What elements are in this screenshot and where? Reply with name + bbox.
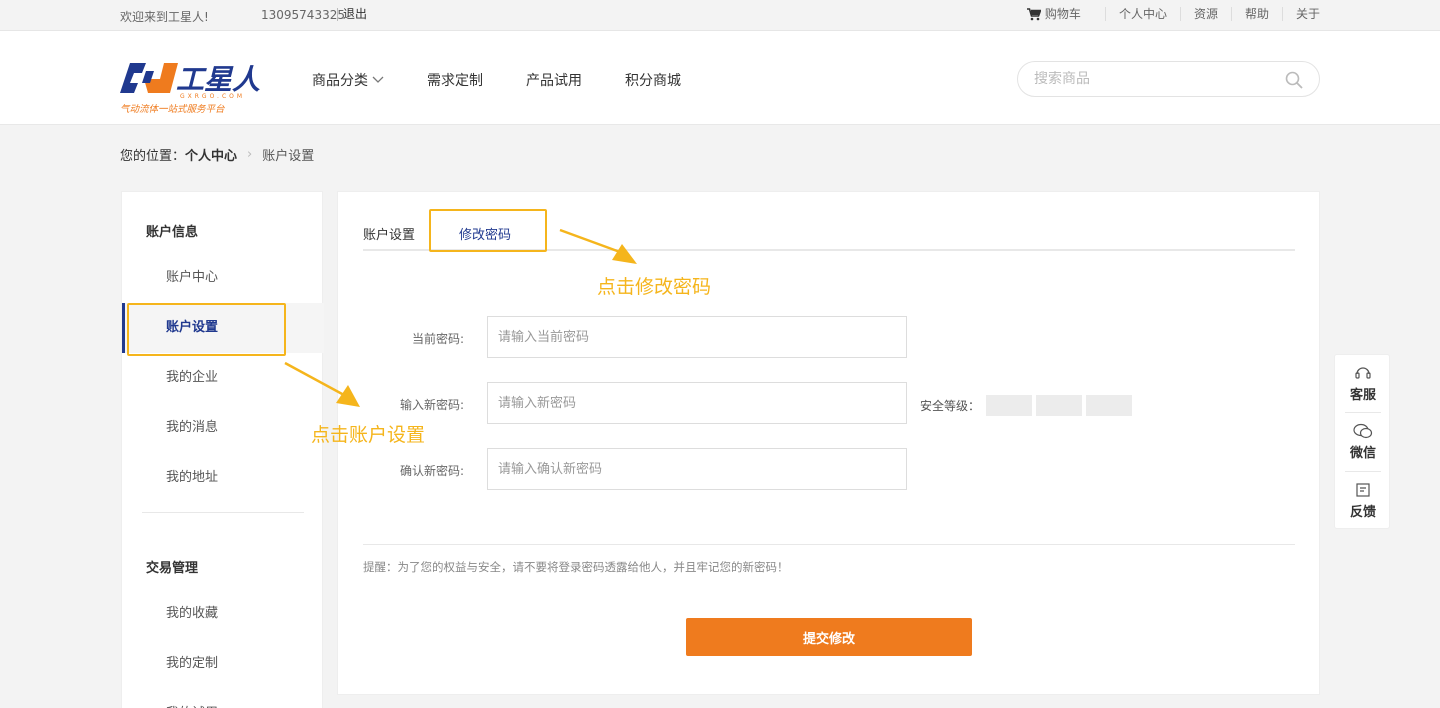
nav-categories-label: 商品分类 [312, 73, 368, 89]
annotation-click-change-password: 点击修改密码 [597, 276, 712, 298]
confirm-password-label: 确认新密码: [399, 464, 464, 478]
headset-icon [1355, 367, 1371, 379]
main-panel: 账户设置 修改密码 当前密码: 输入新密码: 安全等级： 确认新密码: 提醒：为… [337, 191, 1320, 695]
cart-link[interactable]: 购物车 [1014, 7, 1105, 21]
sidebar-item-my-messages[interactable]: 我的消息 [122, 403, 324, 453]
confirm-password-input[interactable] [487, 448, 907, 490]
current-password-label: 当前密码: [411, 332, 464, 346]
wechat-icon [1353, 423, 1373, 439]
cart-icon [1026, 7, 1041, 20]
feedback-icon [1356, 483, 1370, 497]
personal-center-link[interactable]: 个人中心 [1104, 7, 1180, 21]
main-nav: 商品分类 需求定制 产品试用 积分商城 [312, 70, 724, 90]
strength-label: 安全等级： [920, 399, 981, 413]
confirm-password-row: 确认新密码: [338, 448, 1321, 490]
sidebar-item-my-custom[interactable]: 我的定制 [122, 639, 324, 689]
divider [363, 544, 1295, 545]
logout-link[interactable]: 退出 [337, 8, 367, 21]
customer-service-label: 客服 [1349, 388, 1376, 403]
arrow-icon [284, 361, 360, 407]
feedback-button[interactable]: 反馈 [1335, 472, 1391, 530]
highlight-box-tab [429, 209, 547, 252]
wechat-button[interactable]: 微信 [1335, 413, 1391, 471]
svg-text:GXRGO.COM: GXRGO.COM [180, 93, 245, 100]
breadcrumb-parent[interactable]: 个人中心 [185, 145, 237, 164]
search-icon[interactable] [1285, 71, 1303, 89]
resources-link[interactable]: 资源 [1179, 7, 1231, 21]
about-link[interactable]: 关于 [1281, 7, 1320, 21]
floating-service-bar: 客服 微信 反馈 [1334, 354, 1390, 529]
strength-bars [986, 395, 1133, 416]
nav-custom-demand[interactable]: 需求定制 [427, 70, 483, 90]
svg-text:工星人: 工星人 [176, 63, 260, 96]
submit-button[interactable]: 提交修改 [686, 618, 972, 656]
feedback-label: 反馈 [1349, 505, 1376, 520]
sidebar-heading-account: 账户信息 [146, 225, 199, 240]
help-link[interactable]: 帮助 [1230, 7, 1282, 21]
strength-bar-medium [1036, 395, 1083, 416]
customer-service-button[interactable]: 客服 [1335, 355, 1391, 413]
password-strength: 安全等级： [920, 395, 1133, 416]
new-password-label: 输入新密码: [399, 398, 464, 412]
strength-bar-strong [1086, 395, 1133, 416]
new-password-input[interactable] [487, 382, 907, 424]
site-logo[interactable]: 工星人 GXRGO.COM 气动流体一站式服务平台 [120, 59, 275, 115]
arrow-icon [559, 228, 637, 264]
top-bar: 欢迎来到工星人! 13095743325 退出 购物车 个人中心 资源 帮助 关… [0, 0, 1440, 31]
chevron-down-icon [372, 76, 384, 83]
strength-bar-weak [986, 395, 1033, 416]
breadcrumb-prefix: 您的位置： [120, 149, 186, 164]
sidebar-divider [142, 512, 304, 513]
header: 工星人 GXRGO.COM 气动流体一站式服务平台 商品分类 需求定制 产品试用… [0, 31, 1440, 125]
sidebar-heading-trade: 交易管理 [146, 561, 199, 576]
search-box [1017, 61, 1320, 97]
breadcrumb: 您的位置： 个人中心 › 账户设置 [120, 145, 314, 164]
sidebar-item-account-center[interactable]: 账户中心 [122, 253, 324, 303]
sidebar-item-my-address[interactable]: 我的地址 [122, 453, 324, 503]
cart-label: 购物车 [1044, 7, 1081, 21]
new-password-row: 输入新密码: 安全等级： [338, 382, 1321, 424]
chevron-right-icon: › [247, 147, 253, 162]
sidebar-item-favorites[interactable]: 我的收藏 [122, 589, 324, 639]
sidebar: 账户信息 账户中心 账户设置 我的企业 我的消息 我的地址 交易管理 我的收藏 … [121, 191, 324, 708]
wechat-label: 微信 [1349, 446, 1376, 461]
svg-text:气动流体一站式服务平台: 气动流体一站式服务平台 [120, 103, 225, 115]
sidebar-item-my-trial[interactable]: 我的试用 [122, 689, 324, 708]
current-password-row: 当前密码: [338, 316, 1321, 358]
search-input[interactable] [1034, 71, 1274, 87]
nav-points-mall[interactable]: 积分商城 [625, 70, 681, 90]
breadcrumb-current: 账户设置 [262, 149, 315, 164]
welcome-text: 欢迎来到工星人! [120, 10, 209, 24]
user-phone: 13095743325 [261, 8, 345, 22]
current-password-input[interactable] [487, 316, 907, 358]
top-nav: 购物车 个人中心 资源 帮助 关于 [1014, 7, 1320, 21]
nav-categories[interactable]: 商品分类 [312, 70, 384, 90]
tab-account-settings[interactable]: 账户设置 [363, 224, 415, 243]
annotation-click-account-settings: 点击账户设置 [311, 424, 426, 446]
highlight-box-sidebar [127, 303, 286, 356]
security-tip: 提醒：为了您的权益与安全，请不要将登录密码透露给他人，并且牢记您的新密码！ [363, 560, 789, 574]
nav-product-trial[interactable]: 产品试用 [526, 70, 582, 90]
